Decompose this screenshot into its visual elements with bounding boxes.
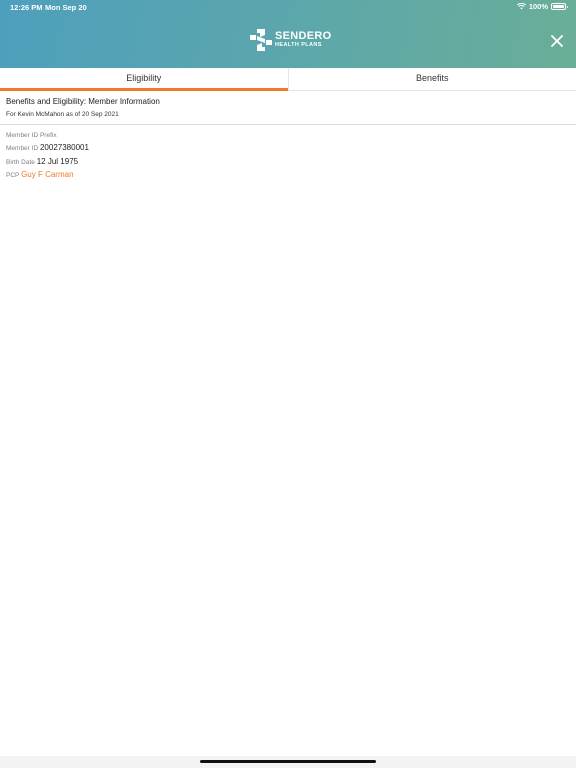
home-indicator[interactable] [200,760,376,763]
close-icon[interactable] [549,33,565,49]
page-subtitle: For Kevin McMahon as of 20 Sep 2021 [6,111,119,118]
logo-mark-icon [250,29,272,51]
battery-icon [551,3,568,10]
pcp-label: PCP [6,172,20,179]
pcp-row: PCP Guy F Carman [6,170,74,179]
tab-eligibility[interactable]: Eligibility [0,68,288,91]
app-header: 12:26 PM Mon Sep 20 100% SENDERO HEALTH … [0,0,576,68]
wifi-icon [516,3,526,10]
member-info-header: Benefits and Eligibility: Member Informa… [0,92,576,125]
member-id-label: Member ID [6,145,39,152]
member-id-row: Member ID 20027380001 [6,143,89,152]
page-title: Benefits and Eligibility: Member Informa… [6,97,160,106]
status-bar: 12:26 PM Mon Sep 20 100% [0,0,576,14]
tab-benefits[interactable]: Benefits [287,68,576,90]
member-id-value: 20027380001 [39,143,89,152]
tab-bar: Eligibility Benefits [0,68,576,91]
status-indicators: 100% [516,2,568,11]
pcp-link[interactable]: Guy F Carman [21,170,73,179]
battery-percent: 100% [528,2,548,11]
logo-name: SENDERO [275,30,332,43]
member-id-prefix-row: Member ID Prefix [6,130,57,139]
birth-date-value: 12 Jul 1975 [36,157,79,166]
logo-subtitle: HEALTH PLANS [275,42,322,49]
sendero-logo: SENDERO HEALTH PLANS [250,29,332,51]
birth-date-label: Birth Date [6,159,35,166]
status-time: 12:26 PM [10,3,43,12]
birth-date-row: Birth Date 12 Jul 1975 [6,157,78,166]
member-id-prefix-label: Member ID Prefix [6,132,57,139]
status-date: Mon Sep 20 [45,3,87,12]
